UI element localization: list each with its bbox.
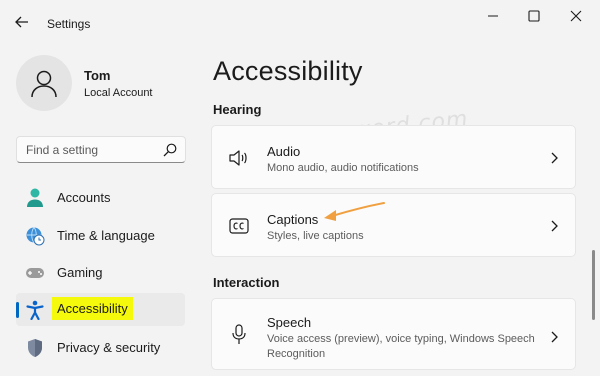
speaker-icon	[228, 147, 250, 169]
back-button[interactable]	[10, 10, 34, 34]
annotation-arrow-icon	[324, 202, 385, 221]
maximize-icon	[528, 10, 540, 22]
close-button[interactable]	[556, 4, 596, 28]
minimize-button[interactable]	[474, 4, 514, 28]
sidebar-item-gaming[interactable]: Gaming	[16, 256, 185, 289]
sidebar-item-label: Accessibility	[52, 297, 133, 320]
sidebar-item-label: Time & language	[57, 228, 155, 243]
search-box[interactable]	[16, 136, 186, 163]
sidebar-item-accessibility[interactable]: Accessibility	[16, 293, 185, 326]
sidebar-item-time-language[interactable]: Time & language	[16, 219, 185, 252]
card-subtitle-line-1: Voice access (preview), voice typing, Wi…	[267, 333, 535, 345]
speech-card[interactable]: Speech Voice access (preview), voice typ…	[211, 298, 576, 370]
gamepad-icon	[25, 263, 45, 283]
search-icon	[163, 143, 177, 157]
minimize-icon	[488, 15, 498, 17]
accessibility-icon	[25, 300, 45, 320]
card-subtitle: Mono audio, audio notifications	[267, 162, 419, 174]
globe-clock-icon	[25, 226, 45, 246]
section-title-interaction: Interaction	[213, 275, 280, 290]
chevron-right-icon	[551, 331, 558, 343]
user-name: Tom	[84, 68, 111, 83]
chevron-right-icon	[551, 152, 558, 164]
card-title: Audio	[267, 144, 301, 159]
sidebar-item-label: Privacy & security	[57, 340, 161, 355]
chevron-right-icon	[551, 220, 558, 232]
sidebar-item-label: Accounts	[57, 190, 111, 205]
card-title: Speech	[267, 315, 312, 330]
sidebar-item-label: Gaming	[57, 265, 103, 280]
shield-icon	[25, 338, 45, 358]
maximize-button[interactable]	[514, 4, 554, 28]
user-avatar[interactable]	[16, 55, 72, 111]
accounts-icon	[25, 188, 45, 208]
sidebar-item-accounts[interactable]: Accounts	[16, 181, 185, 214]
app-title: Settings	[47, 17, 91, 31]
card-subtitle: Styles, live captions	[267, 230, 364, 242]
scrollbar[interactable]	[592, 250, 595, 320]
back-arrow-icon	[15, 16, 28, 28]
user-avatar-icon	[31, 70, 57, 98]
captions-card[interactable]: Captions Styles, live captions	[211, 193, 576, 257]
search-input[interactable]	[26, 141, 151, 159]
account-type: Local Account	[84, 87, 153, 99]
audio-card[interactable]: Audio Mono audio, audio notifications	[211, 125, 576, 189]
active-indicator	[16, 302, 19, 318]
captions-icon	[228, 215, 250, 237]
card-title: Captions	[267, 212, 319, 227]
section-title-hearing: Hearing	[213, 102, 262, 117]
close-icon	[570, 10, 582, 22]
sidebar-item-privacy-security[interactable]: Privacy & security	[16, 331, 185, 364]
title-bar: Settings	[0, 0, 600, 36]
card-subtitle-line-2: Recognition	[267, 348, 326, 360]
microphone-icon	[228, 324, 250, 346]
page-title: Accessibility	[213, 56, 363, 86]
